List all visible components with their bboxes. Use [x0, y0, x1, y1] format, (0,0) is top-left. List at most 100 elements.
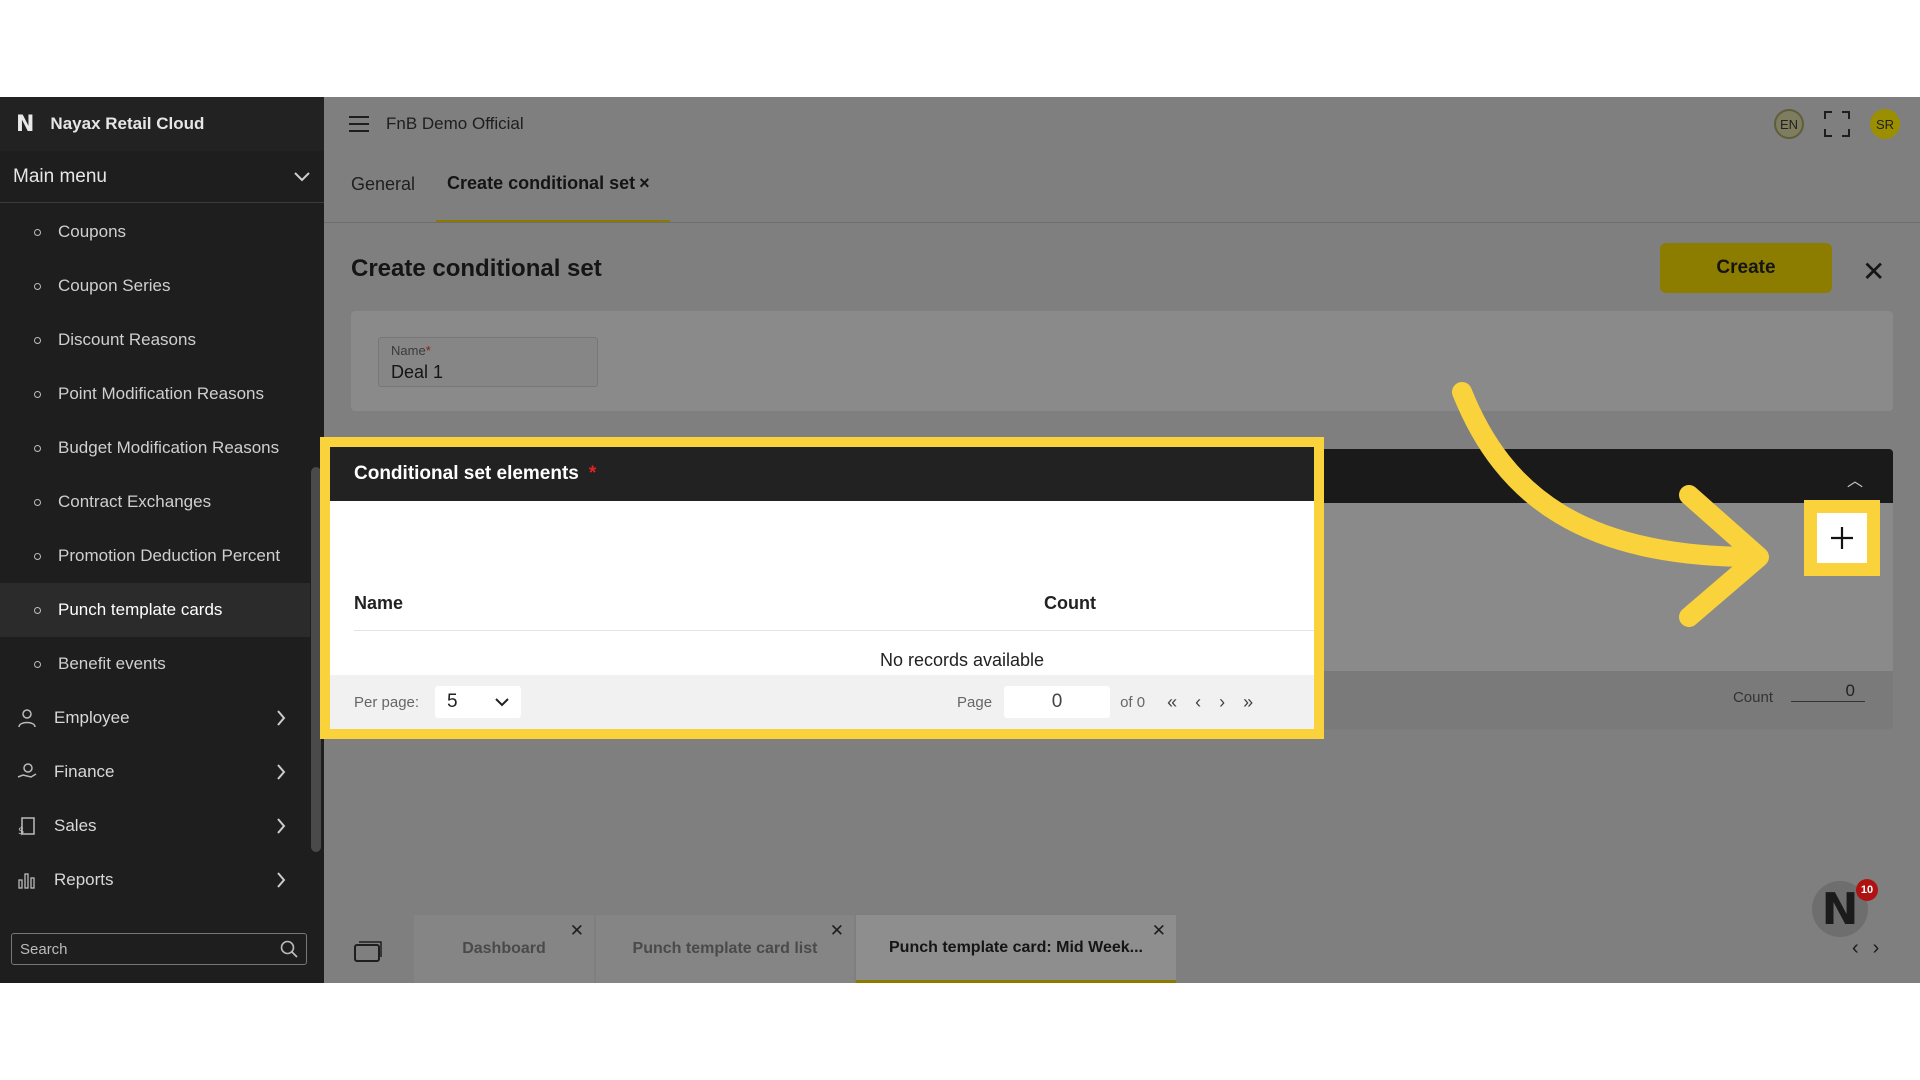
chevron-left-icon[interactable]: ‹ [1852, 937, 1859, 960]
language-selector[interactable]: EN [1774, 109, 1804, 139]
finance-icon [16, 761, 38, 783]
bottom-tab-punch-template-card-list[interactable]: Punch template card list ✕ [596, 915, 854, 983]
name-field[interactable]: Name* Deal 1 [378, 337, 598, 387]
per-page-value: 5 [447, 691, 458, 712]
hamburger-menu-icon[interactable] [348, 115, 370, 133]
chevron-up-icon[interactable]: ︿ [1847, 467, 1863, 491]
tab-create-conditional-set[interactable]: Create conditional set × [436, 173, 670, 223]
tab-label: Create conditional set [447, 173, 636, 193]
bullet-icon [34, 552, 41, 560]
sidebar-item-label: Sales [54, 816, 97, 835]
create-button[interactable]: Create [1660, 243, 1832, 293]
main-area: FnB Demo Official EN SR General Create c… [320, 97, 1920, 983]
close-icon[interactable]: ✕ [570, 921, 584, 941]
bottom-tab-punch-template-card[interactable]: Punch template card: Mid Week... ✕ [856, 915, 1176, 983]
last-page-icon[interactable]: » [1243, 692, 1253, 713]
add-element-highlight [1804, 500, 1880, 576]
chevron-right-icon[interactable]: › [1873, 937, 1880, 960]
sidebar-item-label: Contract Exchanges [58, 492, 212, 511]
notification-badge: 10 [1856, 879, 1878, 901]
menu-list: Coupons Coupon Series Discount Reasons P… [0, 205, 310, 907]
sidebar-item-promotion-deduction-percent[interactable]: Promotion Deduction Percent [0, 529, 310, 583]
chevron-down-icon [294, 171, 310, 181]
prev-page-icon[interactable]: ‹ [1195, 692, 1201, 713]
sidebar-item-sales[interactable]: $ Sales [0, 799, 310, 853]
panel-title: Conditional set elements [354, 463, 579, 484]
page-of: of 0 [1120, 693, 1146, 711]
close-icon[interactable]: ✕ [830, 921, 844, 941]
name-field-label: Name* [391, 343, 431, 358]
pager-nav: « ‹ › » [1167, 692, 1253, 713]
sidebar-item-budget-modification-reasons[interactable]: Budget Modification Reasons [0, 421, 310, 475]
annotation-arrow-icon [1452, 382, 1769, 627]
sidebar-item-coupon-series[interactable]: Coupon Series [0, 259, 310, 313]
bullet-icon [34, 606, 41, 614]
plus-icon [1831, 527, 1853, 549]
sidebar-item-reports[interactable]: Reports [0, 853, 310, 907]
chevron-right-icon [277, 818, 286, 834]
brand-name: Nayax Retail Cloud [50, 114, 205, 133]
search-icon[interactable] [280, 940, 298, 958]
page-input[interactable]: 0 [1004, 686, 1111, 718]
per-page-select[interactable]: 5 [435, 686, 522, 718]
column-header-count[interactable]: Count [1044, 593, 1096, 614]
sales-icon: $ [16, 815, 38, 837]
main-menu-toggle[interactable]: Main menu [0, 151, 324, 203]
topbar-actions: EN SR [1774, 109, 1900, 139]
sidebar-item-benefit-events[interactable]: Benefit events [0, 637, 310, 691]
sidebar-search-input[interactable]: Search [11, 933, 307, 965]
page-label: Page [957, 693, 993, 711]
user-avatar[interactable]: SR [1870, 109, 1900, 139]
main-menu-label: Main menu [13, 165, 107, 187]
bottom-tab-label: Punch template card list [632, 940, 818, 957]
bullet-icon [34, 336, 41, 344]
sidebar-item-label: Finance [54, 762, 115, 781]
employee-icon [16, 707, 38, 729]
tab-divider [324, 222, 1920, 223]
close-icon[interactable]: ✕ [1152, 921, 1166, 941]
sidebar-item-employee[interactable]: Employee [0, 691, 310, 745]
bottom-tab-label: Punch template card: Mid Week... [889, 938, 1143, 956]
per-page-label: Per page: [354, 693, 420, 711]
bullet-icon [34, 498, 41, 506]
sidebar-item-label: Reports [54, 870, 114, 889]
close-icon[interactable]: ✕ [1862, 255, 1885, 288]
windows-icon[interactable] [354, 941, 382, 963]
column-header-name[interactable]: Name [354, 593, 1044, 614]
sidebar-item-coupons[interactable]: Coupons [0, 205, 310, 259]
sidebar-item-contract-exchanges[interactable]: Contract Exchanges [0, 475, 310, 529]
chevron-right-icon [277, 872, 286, 888]
fullscreen-icon[interactable] [1824, 111, 1850, 137]
sidebar-item-finance[interactable]: Finance [0, 745, 310, 799]
nayax-logo-icon: N [16, 111, 35, 137]
sidebar-item-punch-template-cards[interactable]: Punch template cards [0, 583, 310, 637]
chevron-right-icon [277, 764, 286, 780]
sidebar-item-label: Budget Modification Reasons [58, 438, 280, 457]
next-page-icon[interactable]: › [1219, 692, 1225, 713]
sidebar-item-label: Promotion Deduction Percent [58, 546, 281, 565]
sidebar-item-label: Coupons [58, 222, 127, 241]
page-tabs: General Create conditional set × [324, 151, 1920, 223]
svg-text:$: $ [18, 826, 24, 836]
brand[interactable]: N Nayax Retail Cloud [0, 97, 324, 151]
sidebar-item-discount-reasons[interactable]: Discount Reasons [0, 313, 310, 367]
sidebar-item-label: Point Modification Reasons [58, 384, 265, 403]
sidebar-item-point-modification-reasons[interactable]: Point Modification Reasons [0, 367, 310, 421]
first-page-icon[interactable]: « [1167, 692, 1177, 713]
required-mark: * [588, 463, 597, 484]
tab-general[interactable]: General [351, 174, 415, 223]
bottom-tab-label: Dashboard [462, 940, 546, 957]
reports-icon [16, 869, 38, 891]
bottom-tab-dashboard[interactable]: Dashboard ✕ [414, 915, 594, 983]
conditional-set-elements-panel: Conditional set elements * Name Count No… [320, 437, 1324, 739]
sidebar-item-label: Discount Reasons [58, 330, 196, 349]
topbar: FnB Demo Official EN SR [324, 97, 1920, 151]
search-placeholder: Search [20, 940, 68, 958]
sidebar-item-label: Punch template cards [58, 600, 223, 619]
close-tab-icon[interactable]: × [639, 173, 650, 194]
add-element-button[interactable] [1817, 513, 1867, 563]
sidebar-item-label: Coupon Series [58, 276, 171, 295]
chevron-right-icon [277, 710, 286, 726]
bullet-icon [34, 444, 41, 452]
bottom-tab-nav: ‹ › [1852, 937, 1879, 960]
